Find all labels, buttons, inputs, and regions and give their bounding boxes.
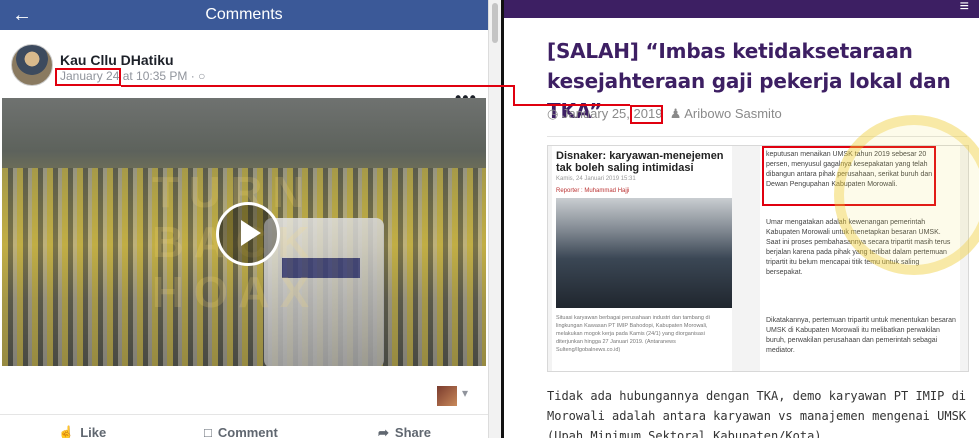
news-left-column: Disnaker: karyawan-menejemen tak boleh s… (552, 146, 732, 371)
post-time: at 10:35 PM (122, 69, 188, 83)
meta-separator: · (190, 69, 195, 83)
watermark-text: TURN BACK HOAX (152, 168, 320, 317)
facebook-panel: ← Comments Kau Cllu DHatiku January 24 a… (0, 0, 488, 438)
news-body-para-2: Dikatakannya, pertemuan tripartit untuk … (766, 317, 956, 354)
article-top-bar: ≡ (504, 0, 979, 18)
comment-icon: □ (204, 425, 212, 438)
header-title: Comments (205, 6, 283, 23)
clock-icon: ◷ (547, 106, 559, 121)
reaction-thumbnail[interactable] (437, 386, 457, 406)
comment-label: Comment (217, 425, 278, 438)
news-reporter: Reporter : Muhammad Hajji (556, 188, 630, 194)
post-actions-bar: ☝ Like □ Comment ➦ Share (0, 414, 488, 438)
article-panel: ≡ [SALAH] “Imbas ketidaksetaraan kesejah… (504, 0, 979, 438)
annotation-connector-end (513, 104, 630, 106)
year-highlight-box (630, 105, 663, 124)
annotation-connector-line (121, 85, 515, 87)
play-icon (241, 220, 261, 246)
scrollbar-thumb[interactable] (492, 3, 498, 43)
news-photo-caption: Situasi karyawan berbagai perusahaan ind… (556, 315, 710, 353)
author-name[interactable]: Kau Cllu DHatiku (60, 52, 174, 68)
article-meta: ◷ January 25, 2019 ♟ Aribowo Sasmito (547, 106, 782, 122)
news-headline: Disnaker: karyawan-menejemen tak boleh s… (556, 150, 724, 174)
hamburger-menu-icon[interactable]: ≡ (960, 0, 969, 16)
comment-button[interactable]: □ Comment (204, 425, 278, 438)
like-button[interactable]: ☝ Like (58, 425, 106, 438)
user-icon: ♟ (669, 106, 682, 121)
news-photo (556, 198, 732, 308)
globe-icon: ○ (198, 69, 206, 83)
video-player[interactable]: TURN BACK HOAX (2, 98, 486, 366)
chevron-down-icon[interactable]: ▾ (462, 386, 468, 400)
share-button[interactable]: ➦ Share (378, 425, 431, 438)
facebook-header-bar: ← Comments (0, 0, 488, 30)
article-date: January 25, (561, 106, 630, 121)
annotation-connector-drop (513, 85, 515, 106)
avatar[interactable] (11, 44, 53, 86)
news-date-line: Kamis, 24 Januari 2019 15:31 (556, 176, 636, 182)
share-label: Share (394, 425, 432, 438)
share-icon: ➦ (378, 425, 389, 438)
play-button[interactable] (216, 202, 280, 266)
article-author[interactable]: Aribowo Sasmito (684, 106, 782, 121)
date-highlight-box (55, 68, 121, 86)
like-label: Like (80, 425, 107, 438)
article-body-text: Tidak ada hubungannya dengan TKA, demo k… (547, 389, 967, 438)
left-scrollbar[interactable] (488, 0, 501, 438)
thumbs-up-icon: ☝ (58, 425, 75, 438)
